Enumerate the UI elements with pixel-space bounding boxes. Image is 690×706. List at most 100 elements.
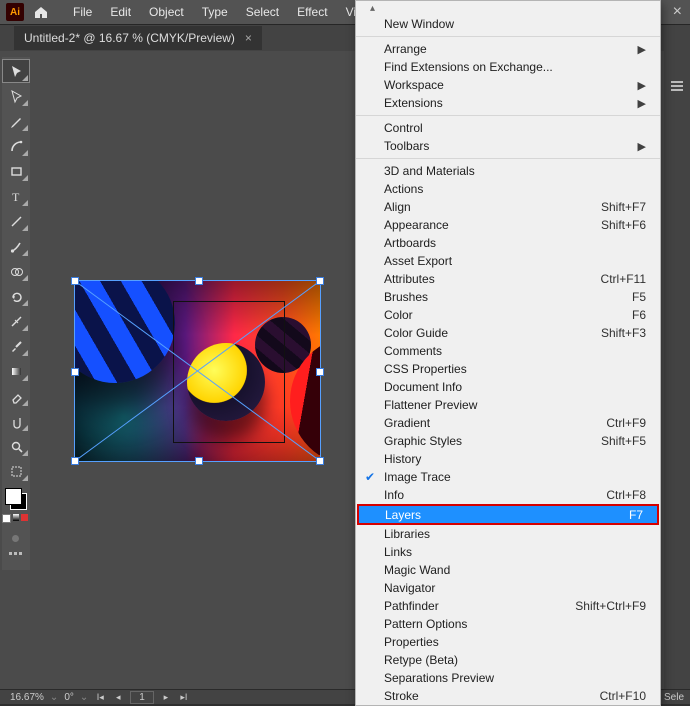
screen-mode-row[interactable] <box>2 535 28 547</box>
line-tool[interactable] <box>2 209 30 233</box>
curvature-tool[interactable] <box>2 134 30 158</box>
menu-item-gradient[interactable]: GradientCtrl+F9 <box>356 414 660 432</box>
properties-panel-icon[interactable] <box>666 75 688 97</box>
shape-builder-tool[interactable] <box>2 259 30 283</box>
menu-item-shortcut: Shift+F5 <box>601 434 646 448</box>
menu-item-align[interactable]: AlignShift+F7 <box>356 198 660 216</box>
rotate-tool[interactable] <box>2 284 30 308</box>
menu-select[interactable]: Select <box>237 1 288 23</box>
fill-stroke-swatch[interactable] <box>5 488 27 510</box>
menu-item-brushes[interactable]: BrushesF5 <box>356 288 660 306</box>
menu-item-label: Layers <box>385 508 421 522</box>
menu-effect[interactable]: Effect <box>288 1 336 23</box>
menu-item-artboards[interactable]: Artboards <box>356 234 660 252</box>
menu-object[interactable]: Object <box>140 1 193 23</box>
menu-file[interactable]: File <box>64 1 101 23</box>
menu-item-asset-export[interactable]: Asset Export <box>356 252 660 270</box>
menu-item-label: Document Info <box>384 380 462 394</box>
first-artboard-button[interactable]: I◂ <box>94 692 106 702</box>
rotate-view[interactable]: 0° <box>64 692 74 703</box>
menu-item-pathfinder[interactable]: Pathfinder Shift+Ctrl+F9 <box>356 597 660 615</box>
color-mode-row[interactable] <box>2 514 28 526</box>
menu-item-separations-preview[interactable]: Separations Preview <box>356 669 660 687</box>
menu-item-color[interactable]: ColorF6 <box>356 306 660 324</box>
menu-item-actions[interactable]: Actions <box>356 180 660 198</box>
prev-artboard-button[interactable]: ◂ <box>112 692 124 702</box>
menu-item-comments[interactable]: Comments <box>356 342 660 360</box>
menu-item-toolbars[interactable]: Toolbars▶ <box>356 137 660 155</box>
menu-item-control[interactable]: Control <box>356 119 660 137</box>
menu-item-arrange[interactable]: Arrange▶ <box>356 40 660 58</box>
paintbrush-tool[interactable] <box>2 234 30 258</box>
artboard-tool[interactable] <box>2 459 30 483</box>
menu-item-libraries[interactable]: Libraries <box>356 525 660 543</box>
submenu-arrow-icon: ▶ <box>638 140 646 153</box>
dropdown-icon[interactable]: ⌄ <box>50 692 58 703</box>
dropdown-icon[interactable]: ⌄ <box>80 692 88 703</box>
menu-item-image-trace[interactable]: Image Trace <box>356 468 660 486</box>
close-tab-button[interactable]: × <box>245 31 252 45</box>
rectangle-tool[interactable] <box>2 159 30 183</box>
link-diagonals <box>75 281 320 461</box>
menu-item-label: Color <box>384 308 413 322</box>
home-icon <box>33 4 49 20</box>
menu-item-magic-wand[interactable]: Magic Wand <box>356 561 660 579</box>
menu-item-shortcut: Ctrl+F10 <box>600 689 646 703</box>
zoom-level[interactable]: 16.67% <box>10 692 44 703</box>
menu-item-retype-beta[interactable]: Retype (Beta) <box>356 651 660 669</box>
menu-item-label: Attributes <box>384 272 435 286</box>
document-tab[interactable]: Untitled-2* @ 16.67 % (CMYK/Preview) × <box>14 26 262 50</box>
menu-item-extensions[interactable]: Extensions▶ <box>356 94 660 112</box>
menu-item-new-window[interactable]: New Window <box>356 15 660 33</box>
menu-item-3d-and-materials[interactable]: 3D and Materials <box>356 162 660 180</box>
window-close-button[interactable]: × <box>673 3 682 21</box>
menu-scroll-up[interactable]: ▴ <box>356 1 660 15</box>
menu-item-color-guide[interactable]: Color GuideShift+F3 <box>356 324 660 342</box>
menu-item-graphic-styles[interactable]: Graphic Styles Shift+F5 <box>356 432 660 450</box>
menu-edit[interactable]: Edit <box>101 1 140 23</box>
status-right-label: Sele <box>664 692 684 703</box>
menu-item-document-info[interactable]: Document Info <box>356 378 660 396</box>
menu-item-label: Find Extensions on Exchange... <box>384 60 553 74</box>
menu-item-links[interactable]: Links <box>356 543 660 561</box>
menu-item-label: Info <box>384 488 404 502</box>
menu-item-label: 3D and Materials <box>384 164 475 178</box>
next-artboard-button[interactable]: ▸ <box>160 692 172 702</box>
menu-item-attributes[interactable]: AttributesCtrl+F11 <box>356 270 660 288</box>
selection-tool[interactable] <box>2 59 30 83</box>
selected-object[interactable] <box>74 280 321 462</box>
menu-item-find-extensions-on-exchange[interactable]: Find Extensions on Exchange... <box>356 58 660 76</box>
menu-item-label: History <box>384 452 421 466</box>
menu-type[interactable]: Type <box>193 1 237 23</box>
menu-item-label: Graphic Styles <box>384 434 462 448</box>
zoom-tool[interactable] <box>2 434 30 458</box>
home-button[interactable] <box>30 1 52 23</box>
direct-selection-tool[interactable] <box>2 84 30 108</box>
pen-tool[interactable] <box>2 109 30 133</box>
menu-item-flattener-preview[interactable]: Flattener Preview <box>356 396 660 414</box>
hand-tool[interactable] <box>2 409 30 433</box>
eyedropper-tool[interactable] <box>2 334 30 358</box>
artboard-number[interactable]: 1 <box>130 691 154 704</box>
type-tool[interactable]: T <box>2 184 30 208</box>
menu-item-pattern-options[interactable]: Pattern Options <box>356 615 660 633</box>
width-tool[interactable] <box>2 309 30 333</box>
menu-item-css-properties[interactable]: CSS Properties <box>356 360 660 378</box>
menu-item-shortcut: Shift+Ctrl+F9 <box>575 599 646 613</box>
menu-item-workspace[interactable]: Workspace▶ <box>356 76 660 94</box>
menu-item-label: Workspace <box>384 78 444 92</box>
menu-item-label: Pathfinder <box>384 599 439 613</box>
gradient-tool[interactable] <box>2 359 30 383</box>
menu-item-properties[interactable]: Properties <box>356 633 660 651</box>
eraser-tool[interactable] <box>2 384 30 408</box>
menu-item-appearance[interactable]: AppearanceShift+F6 <box>356 216 660 234</box>
edit-toolbar-button[interactable] <box>2 552 28 564</box>
menu-item-navigator[interactable]: Navigator <box>356 579 660 597</box>
menu-item-stroke[interactable]: Stroke Ctrl+F10 <box>356 687 660 705</box>
last-artboard-button[interactable]: ▸I <box>178 692 190 702</box>
menu-item-history[interactable]: History <box>356 450 660 468</box>
menu-item-label: Stroke <box>384 689 419 703</box>
menu-item-layers[interactable]: Layers F7 <box>357 504 659 525</box>
menu-item-shortcut: F7 <box>629 508 643 522</box>
menu-item-info[interactable]: InfoCtrl+F8 <box>356 486 660 504</box>
